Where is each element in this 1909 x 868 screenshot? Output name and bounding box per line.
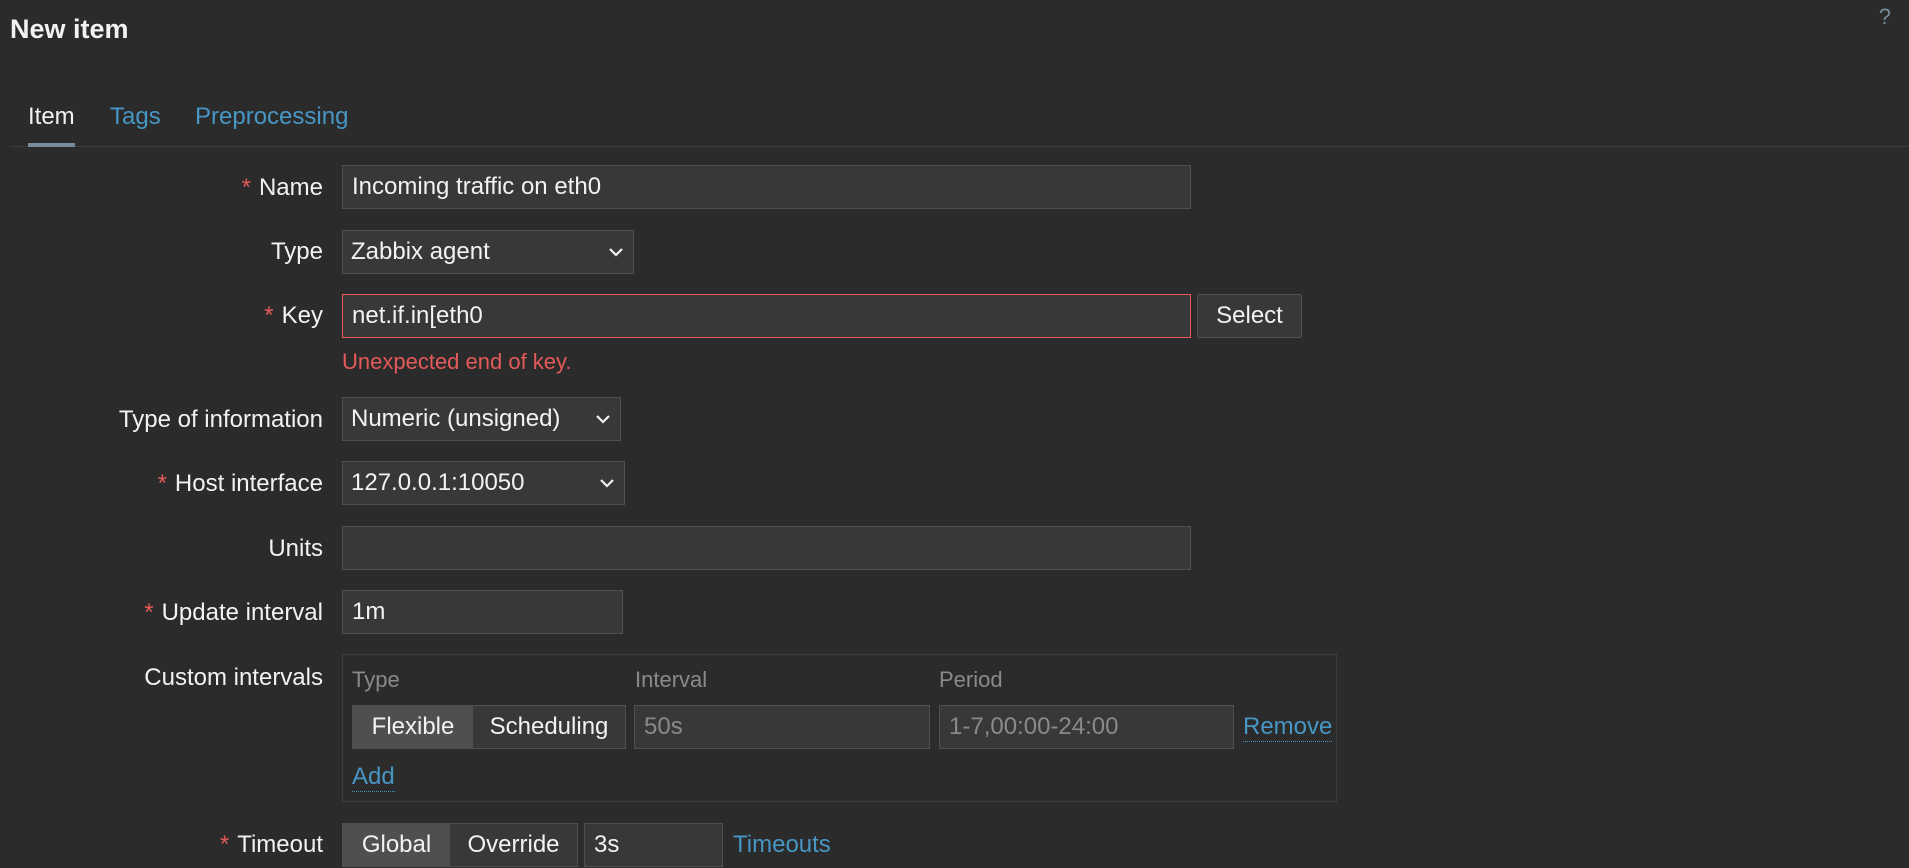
custom-intervals-header-type: Type [352, 667, 400, 692]
custom-interval-add-link[interactable]: Add [352, 763, 395, 792]
page-title: New item [10, 14, 129, 44]
type-of-information-label: Type of information [119, 406, 323, 434]
host-interface-label: * Host interface [158, 470, 323, 498]
help-icon[interactable]: ? [1879, 4, 1891, 30]
tab-tags[interactable]: Tags [110, 103, 161, 143]
timeouts-link[interactable]: Timeouts [733, 831, 831, 859]
chevron-down-icon [609, 248, 623, 257]
type-of-information-select[interactable]: Numeric (unsigned) [342, 397, 621, 441]
key-input[interactable]: net.if.in[eth0 [342, 294, 1191, 338]
required-marker: * [157, 470, 167, 497]
tab-item[interactable]: Item [28, 103, 75, 147]
timeout-label-text: Timeout [237, 831, 323, 858]
key-error-message: Unexpected end of key. [342, 349, 572, 374]
timeout-label: * Timeout [220, 831, 323, 859]
chevron-down-icon [596, 415, 610, 424]
required-marker: * [144, 599, 154, 626]
update-interval-label-text: Update interval [161, 599, 323, 626]
timeout-input[interactable]: 3s [584, 823, 723, 867]
scheduling-option[interactable]: Scheduling [473, 706, 625, 748]
tab-bar: Item Tags Preprocessing [10, 97, 1909, 147]
host-interface-select[interactable]: 127.0.0.1:10050 [342, 461, 625, 505]
custom-interval-type-toggle: Flexible Scheduling [352, 705, 626, 749]
timeout-override-option[interactable]: Override [450, 824, 577, 866]
type-label: Type [271, 238, 323, 266]
tab-preprocessing[interactable]: Preprocessing [195, 103, 348, 143]
key-select-button[interactable]: Select [1197, 294, 1302, 338]
type-select[interactable]: Zabbix agent [342, 230, 634, 274]
type-label-text: Type [270, 238, 323, 265]
custom-interval-remove-link[interactable]: Remove [1243, 713, 1333, 742]
key-label-text: Key [281, 302, 323, 329]
host-interface-value: 127.0.0.1:10050 [351, 469, 525, 496]
type-of-information-label-text: Type of information [118, 406, 323, 433]
name-label-text: Name [258, 174, 323, 201]
host-interface-label-text: Host interface [174, 470, 323, 497]
required-marker: * [219, 831, 230, 858]
name-label: * Name [242, 174, 323, 202]
update-interval-label: * Update interval [144, 599, 323, 627]
key-label: * Key [264, 302, 323, 330]
units-input[interactable] [342, 526, 1191, 570]
type-select-value: Zabbix agent [351, 238, 490, 265]
timeout-global-option[interactable]: Global [343, 824, 450, 866]
custom-intervals-header-interval: Interval [635, 667, 708, 692]
custom-interval-input[interactable]: 50s [634, 705, 930, 749]
type-of-information-value: Numeric (unsigned) [351, 405, 561, 432]
update-interval-input[interactable]: 1m [342, 590, 623, 634]
chevron-down-icon [600, 479, 614, 488]
name-input[interactable]: Incoming traffic on eth0 [342, 165, 1191, 209]
timeout-mode-toggle: Global Override [342, 823, 578, 867]
custom-intervals-header-period: Period [939, 667, 1003, 692]
custom-period-input[interactable]: 1-7,00:00-24:00 [939, 705, 1234, 749]
units-label: Units [268, 535, 323, 563]
flexible-option[interactable]: Flexible [353, 706, 473, 748]
required-marker: * [264, 302, 274, 329]
custom-intervals-label: Custom intervals [144, 664, 323, 692]
custom-intervals-label-text: Custom intervals [144, 664, 323, 691]
units-label-text: Units [268, 535, 323, 562]
required-marker: * [241, 174, 251, 201]
